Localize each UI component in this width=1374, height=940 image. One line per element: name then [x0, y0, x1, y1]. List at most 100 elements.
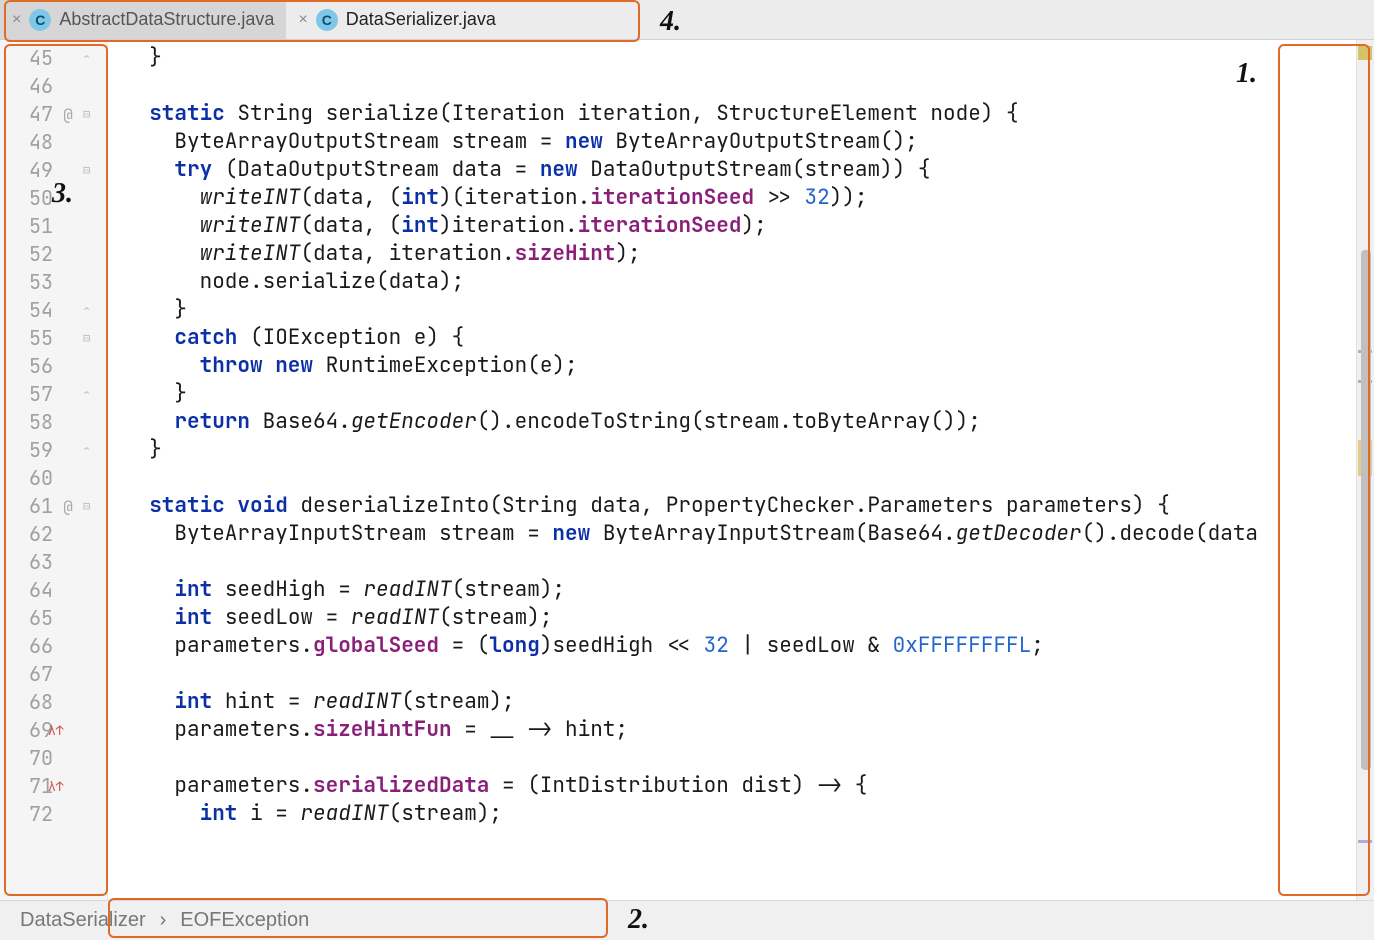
gutter-row[interactable]: 70 [0, 744, 107, 772]
gutter-row[interactable]: 58 [0, 408, 107, 436]
code-line[interactable]: } [124, 380, 1356, 408]
code-line[interactable]: int seedHigh = readINT(stream); [124, 576, 1356, 604]
fold-icon[interactable]: ⊟ [83, 106, 99, 122]
warning-marker-icon[interactable] [1358, 46, 1372, 60]
gutter-row[interactable]: 51 [0, 212, 107, 240]
gutter-row[interactable]: λ↑71 [0, 772, 107, 800]
breadcrumb-item[interactable]: DataSerializer [20, 909, 146, 932]
line-number: 55 [21, 325, 53, 351]
line-number: 65 [21, 605, 53, 631]
close-icon[interactable]: × [12, 11, 21, 29]
gutter-row[interactable]: 59 ⌃ [0, 436, 107, 464]
code-line[interactable]: } [124, 436, 1356, 464]
lambda-up-icon: λ↑ [48, 722, 64, 739]
line-number: 48 [21, 129, 53, 155]
code-line[interactable]: throw new RuntimeException(e); [124, 352, 1356, 380]
code-line[interactable]: node.serialize(data); [124, 268, 1356, 296]
gutter-row[interactable]: 65 [0, 604, 107, 632]
fold-icon[interactable]: ⌃ [83, 442, 99, 458]
gutter-row[interactable]: 52 [0, 240, 107, 268]
line-number: 68 [21, 689, 53, 715]
editor-area: 45 ⌃ 4647@⊟4849⊟5051525354⌃55 ⊟ 5657 ⌃ 5859 ⌃ 60… [0, 40, 1374, 900]
gutter-row[interactable]: 61@⊟ [0, 492, 107, 520]
code-line[interactable]: ByteArrayOutputStream stream = new ByteA… [124, 128, 1356, 156]
code-line[interactable]: writeINT(data, (int)iteration.iterationS… [124, 212, 1356, 240]
class-icon: C [316, 9, 338, 31]
line-number: 58 [21, 409, 53, 435]
code-line[interactable]: static void deserializeInto(String data,… [124, 492, 1356, 520]
code-line[interactable] [124, 548, 1356, 576]
gutter-row[interactable]: 49⊟ [0, 156, 107, 184]
line-number: 63 [21, 549, 53, 575]
code-line[interactable]: parameters.globalSeed = (long)seedHigh <… [124, 632, 1356, 660]
line-number: 53 [21, 269, 53, 295]
code-line[interactable]: int i = readINT(stream); [124, 800, 1356, 828]
breadcrumb-item[interactable]: EOFException [180, 909, 309, 932]
line-number: 67 [21, 661, 53, 687]
code-line[interactable]: int seedLow = readINT(stream); [124, 604, 1356, 632]
code-line[interactable]: catch (IOException e) { [124, 324, 1356, 352]
change-marker[interactable] [1358, 840, 1372, 843]
code-line[interactable]: parameters.sizeHintFun = __ -> hint; [124, 716, 1356, 744]
gutter-row[interactable]: 66 [0, 632, 107, 660]
line-number: 62 [21, 521, 53, 547]
fold-icon[interactable]: ⊟ [83, 330, 99, 346]
code-line[interactable]: static String serialize(Iteration iterat… [124, 100, 1356, 128]
fold-icon[interactable]: ⌃ [83, 50, 99, 66]
gutter-row[interactable]: 56 [0, 352, 107, 380]
code-editor[interactable]: } static String serialize(Iteration iter… [108, 40, 1356, 900]
gutter-row[interactable]: 72 [0, 800, 107, 828]
gutter-row[interactable]: 67 [0, 660, 107, 688]
code-line[interactable] [124, 744, 1356, 772]
scroll-thumb[interactable] [1361, 250, 1371, 770]
gutter-row[interactable]: λ↑69 [0, 716, 107, 744]
line-number: 50 [21, 185, 53, 211]
scroll-strip[interactable] [1356, 40, 1374, 900]
line-number: 72 [21, 801, 53, 827]
fold-icon[interactable]: ⊟ [83, 498, 99, 514]
gutter-row[interactable]: 50 [0, 184, 107, 212]
class-icon: C [29, 9, 51, 31]
gutter-row[interactable]: 46 [0, 72, 107, 100]
gutter-row[interactable]: 60 [0, 464, 107, 492]
tab-dataserializer[interactable]: × C DataSerializer.java [286, 0, 507, 39]
code-line[interactable] [124, 464, 1356, 492]
gutter-row[interactable]: 47@⊟ [0, 100, 107, 128]
gutter-row[interactable]: 53 [0, 268, 107, 296]
line-number: 57 [21, 381, 53, 407]
line-number: 56 [21, 353, 53, 379]
code-line[interactable]: int hint = readINT(stream); [124, 688, 1356, 716]
gutter[interactable]: 45 ⌃ 4647@⊟4849⊟5051525354⌃55 ⊟ 5657 ⌃ 5859 ⌃ 60… [0, 40, 108, 900]
code-line[interactable] [124, 72, 1356, 100]
tab-abstractdatastructure[interactable]: × C AbstractDataStructure.java [0, 0, 286, 39]
code-line[interactable]: ByteArrayInputStream stream = new ByteAr… [124, 520, 1356, 548]
gutter-row[interactable]: 68 [0, 688, 107, 716]
code-line[interactable]: } [124, 44, 1356, 72]
gutter-row[interactable]: 64 [0, 576, 107, 604]
breadcrumb: DataSerializer › EOFException [0, 900, 1374, 940]
line-number: 66 [21, 633, 53, 659]
code-line[interactable] [124, 660, 1356, 688]
gutter-row[interactable]: 57 ⌃ [0, 380, 107, 408]
line-number: 59 [21, 437, 53, 463]
gutter-row[interactable]: 45 ⌃ [0, 44, 107, 72]
gutter-row[interactable]: 62 [0, 520, 107, 548]
fold-icon[interactable]: ⊟ [83, 162, 99, 178]
code-line[interactable]: writeINT(data, iteration.sizeHint); [124, 240, 1356, 268]
code-line[interactable]: return Base64.getEncoder().encodeToStrin… [124, 408, 1356, 436]
lambda-up-icon: λ↑ [48, 778, 64, 795]
line-number: 46 [21, 73, 53, 99]
gutter-row[interactable]: 48 [0, 128, 107, 156]
code-line[interactable]: } [124, 296, 1356, 324]
line-number: 70 [21, 745, 53, 771]
close-icon[interactable]: × [298, 11, 307, 29]
fold-icon[interactable]: ⌃ [83, 302, 99, 318]
code-line[interactable]: writeINT(data, (int)(iteration.iteration… [124, 184, 1356, 212]
code-line[interactable]: try (DataOutputStream data = new DataOut… [124, 156, 1356, 184]
gutter-row[interactable]: 63 [0, 548, 107, 576]
gutter-row[interactable]: 54⌃ [0, 296, 107, 324]
gutter-row[interactable]: 55 ⊟ [0, 324, 107, 352]
fold-icon[interactable]: ⌃ [83, 386, 99, 402]
line-number: 45 [21, 45, 53, 71]
code-line[interactable]: parameters.serializedData = (IntDistribu… [124, 772, 1356, 800]
